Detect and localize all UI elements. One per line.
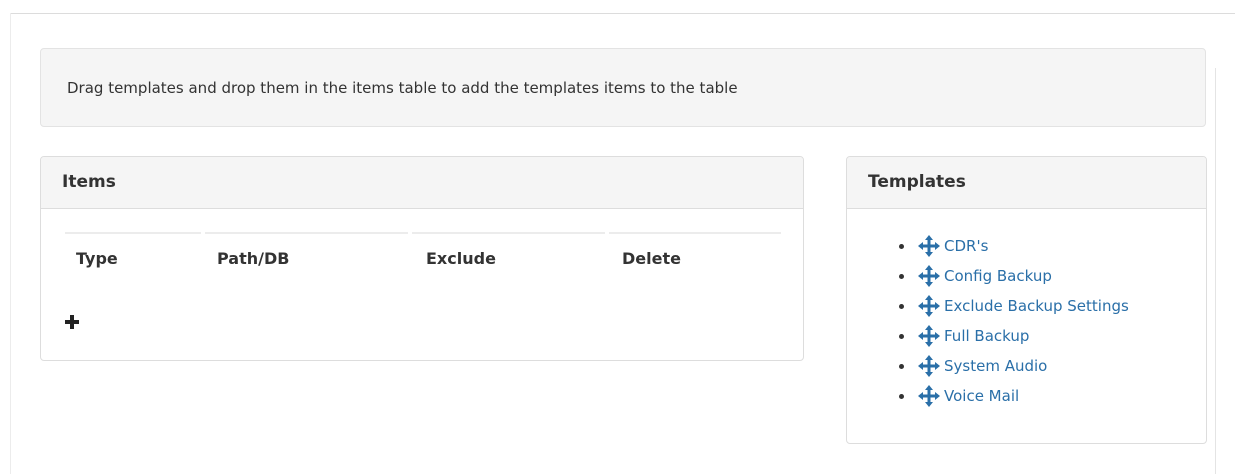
move-arrows-icon[interactable] [918,355,940,377]
move-arrows-icon[interactable] [918,385,940,407]
move-arrows-icon[interactable] [918,295,940,317]
template-label[interactable]: Exclude Backup Settings [944,297,1129,315]
move-arrows-icon[interactable] [918,325,940,347]
template-item-full-backup[interactable]: Full Backup [899,321,1129,351]
template-item-exclude-backup-settings[interactable]: Exclude Backup Settings [899,291,1129,321]
container-right-border [1215,68,1216,474]
bullet [899,303,904,309]
plus-icon[interactable] [65,315,79,329]
templates-panel-title: Templates [847,157,1206,209]
template-item-voice-mail[interactable]: Voice Mail [899,381,1129,411]
template-label[interactable]: Config Backup [944,267,1052,285]
template-label[interactable]: CDR's [944,237,988,255]
items-panel-title: Items [41,157,803,209]
column-rule-path [205,232,408,234]
templates-panel: Templates CDR's Config Backup Exclude Ba… [846,156,1207,444]
column-header-type: Type [76,249,118,268]
move-arrows-icon[interactable] [918,235,940,257]
bullet [899,273,904,279]
column-header-path-db: Path/DB [217,249,290,268]
column-header-exclude: Exclude [426,249,496,268]
template-item-system-audio[interactable]: System Audio [899,351,1129,381]
template-label[interactable]: Voice Mail [944,387,1019,405]
bullet [899,333,904,339]
info-message: Drag templates and drop them in the item… [67,79,738,97]
items-panel: Items Type Path/DB Exclude Delete [40,156,804,361]
container-left-border [10,13,11,474]
template-item-cdrs[interactable]: CDR's [899,231,1129,261]
template-list: CDR's Config Backup Exclude Backup Setti… [899,231,1129,411]
bullet [899,393,904,399]
column-rule-exclude [412,232,605,234]
move-arrows-icon[interactable] [918,265,940,287]
template-label[interactable]: System Audio [944,357,1047,375]
column-header-delete: Delete [622,249,681,268]
bullet [899,243,904,249]
container-top-border [10,13,1235,14]
column-rule-type [65,232,201,234]
template-item-config-backup[interactable]: Config Backup [899,261,1129,291]
info-well: Drag templates and drop them in the item… [40,48,1206,127]
column-rule-delete [609,232,781,234]
bullet [899,363,904,369]
template-label[interactable]: Full Backup [944,327,1029,345]
